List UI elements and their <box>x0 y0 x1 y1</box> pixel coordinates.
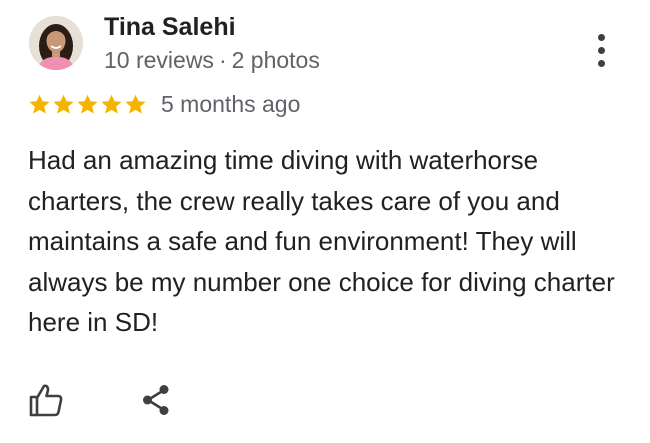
more-vert-icon-dot <box>597 59 605 67</box>
avatar-photo <box>29 16 83 70</box>
star-rating <box>28 93 147 116</box>
star-icon <box>77 94 98 114</box>
review-text: Had an amazing time diving with waterhor… <box>28 145 615 337</box>
star-icon <box>29 94 50 114</box>
meta-separator: · <box>218 47 227 73</box>
star-icon <box>125 94 146 114</box>
share-button[interactable] <box>137 380 177 420</box>
photos-count: 2 photos <box>231 47 320 73</box>
avatar[interactable] <box>29 16 83 70</box>
reviewer-meta: 10 reviews · 2 photos <box>104 45 320 75</box>
more-vert-icon <box>597 33 605 41</box>
star-icon <box>53 94 74 114</box>
rating-row: 5 months ago <box>28 88 300 120</box>
more-vert-icon-dot <box>597 46 605 54</box>
more-options-button[interactable] <box>584 30 618 70</box>
reviewer-name[interactable]: Tina Salehi <box>104 10 236 44</box>
reviews-count: 10 reviews <box>104 47 214 73</box>
like-button[interactable] <box>26 380 66 420</box>
review-card: Tina Salehi 10 reviews · 2 photos 5 months… <box>0 0 650 443</box>
share-icon <box>143 385 169 415</box>
thumbs-up-icon <box>29 384 63 417</box>
star-icon <box>101 94 122 114</box>
review-date: 5 months ago <box>161 91 301 117</box>
